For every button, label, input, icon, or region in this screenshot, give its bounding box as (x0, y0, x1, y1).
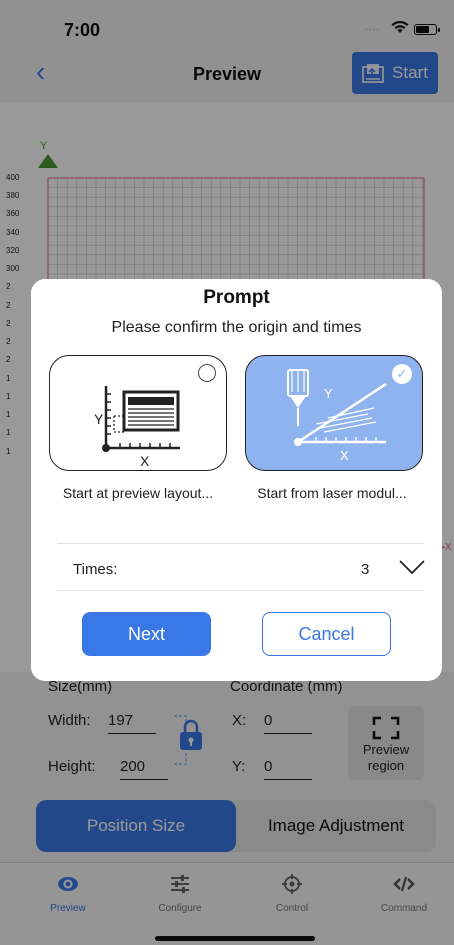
option-laser-module[interactable]: Y X ✓ (245, 355, 423, 471)
option-axis-x: X (140, 453, 150, 469)
option-axis-y: Y (94, 411, 104, 427)
dialog-message: Please confirm the origin and times (111, 319, 362, 336)
option-axis-y: Y (324, 386, 333, 401)
times-label: Times: (73, 561, 118, 578)
option-radio-unchecked[interactable] (198, 364, 216, 382)
prompt-dialog: Prompt Please confirm the origin and tim… (31, 279, 442, 681)
times-value[interactable]: 3 (361, 561, 369, 578)
chevron-down-icon[interactable] (399, 559, 425, 575)
option-preview-layout[interactable]: Y X (49, 355, 227, 471)
cancel-button[interactable]: Cancel (262, 612, 391, 656)
next-button[interactable]: Next (82, 612, 211, 656)
checkmark-icon[interactable]: ✓ (392, 364, 412, 384)
divider (57, 590, 424, 591)
option-caption-preview-layout: Start at preview layout... (62, 485, 214, 501)
option-caption-laser-module: Start from laser modul... (257, 485, 407, 501)
option-axis-x: X (340, 448, 349, 463)
divider (57, 543, 424, 544)
dialog-title: Prompt (203, 287, 270, 308)
